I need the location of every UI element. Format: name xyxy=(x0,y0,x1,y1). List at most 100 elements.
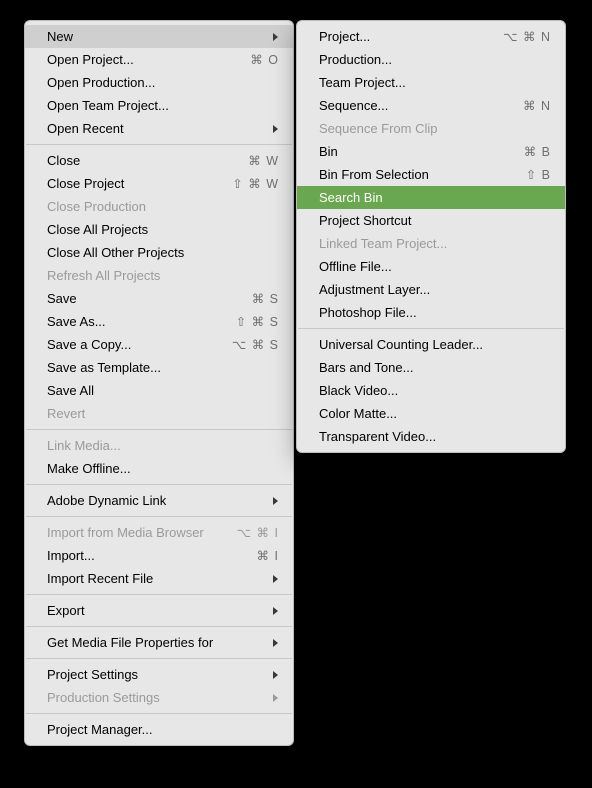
file-menu-item-import-recent-file[interactable]: Import Recent File xyxy=(25,567,293,590)
file-menu-item-save-all[interactable]: Save All xyxy=(25,379,293,402)
menu-item-label: Color Matte... xyxy=(319,406,551,421)
file-menu-item-close[interactable]: Close ⌘ W xyxy=(25,149,293,172)
menu-item-label: Close All Other Projects xyxy=(47,245,279,260)
file-menu-item-import-from-media-browser: Import from Media Browser⌥ ⌘ I xyxy=(25,521,293,544)
file-menu-item-open-recent[interactable]: Open Recent xyxy=(25,117,293,140)
new-menu-item-photoshop-file[interactable]: Photoshop File... xyxy=(297,301,565,324)
menu-item-label: Close xyxy=(47,153,236,168)
menu-item-label: Save As... xyxy=(47,314,224,329)
menu-separator xyxy=(26,626,292,627)
menu-item-label: Transparent Video... xyxy=(319,429,551,444)
file-menu-item-adobe-dynamic-link[interactable]: Adobe Dynamic Link xyxy=(25,489,293,512)
menu-item-label: Import Recent File xyxy=(47,571,260,586)
menu-item-shortcut: ⌘ O xyxy=(250,52,279,67)
menu-item-shortcut: ⇧ ⌘ W xyxy=(232,176,279,191)
new-menu-item-project-shortcut[interactable]: Project Shortcut xyxy=(297,209,565,232)
menu-item-label: Close All Projects xyxy=(47,222,279,237)
menu-item-shortcut: ⌘ N xyxy=(523,98,551,113)
file-menu-item-save-as-template[interactable]: Save as Template... xyxy=(25,356,293,379)
menu-item-label: Bin From Selection xyxy=(319,167,514,182)
menu-item-label: Bin xyxy=(319,144,512,159)
chevron-right-icon xyxy=(272,638,279,648)
menu-item-label: Photoshop File... xyxy=(319,305,551,320)
menu-item-shortcut: ⌥ ⌘ I xyxy=(237,525,279,540)
menu-item-label: Search Bin xyxy=(319,190,551,205)
menu-separator xyxy=(26,658,292,659)
file-menu-item-close-project[interactable]: Close Project ⇧ ⌘ W xyxy=(25,172,293,195)
file-menu-item-project-settings[interactable]: Project Settings xyxy=(25,663,293,686)
menu-item-label: Bars and Tone... xyxy=(319,360,551,375)
chevron-right-icon xyxy=(272,693,279,703)
file-menu-item-export[interactable]: Export xyxy=(25,599,293,622)
menu-item-shortcut: ⌘ W xyxy=(248,153,279,168)
menu-separator xyxy=(26,713,292,714)
new-menu-item-transparent-video[interactable]: Transparent Video... xyxy=(297,425,565,448)
new-menu-item-team-project[interactable]: Team Project... xyxy=(297,71,565,94)
menu-item-label: Revert xyxy=(47,406,279,421)
menu-item-label: Sequence From Clip xyxy=(319,121,551,136)
file-menu-item-open-project[interactable]: Open Project...⌘ O xyxy=(25,48,293,71)
menu-separator xyxy=(26,516,292,517)
menu-item-label: Linked Team Project... xyxy=(319,236,551,251)
file-menu-item-link-media: Link Media... xyxy=(25,434,293,457)
new-menu-item-bin-from-selection[interactable]: Bin From Selection ⇧ B xyxy=(297,163,565,186)
menu-item-label: Adobe Dynamic Link xyxy=(47,493,260,508)
new-menu-item-search-bin[interactable]: Search Bin xyxy=(297,186,565,209)
chevron-right-icon xyxy=(272,606,279,616)
file-menu-item-new[interactable]: New xyxy=(25,25,293,48)
file-menu: NewOpen Project...⌘ O Open Production... O… xyxy=(24,20,294,746)
file-menu-item-save-a-copy[interactable]: Save a Copy... ⌥ ⌘ S xyxy=(25,333,293,356)
file-menu-item-project-manager[interactable]: Project Manager... xyxy=(25,718,293,741)
menu-item-label: Black Video... xyxy=(319,383,551,398)
new-menu-item-bars-and-tone[interactable]: Bars and Tone... xyxy=(297,356,565,379)
menu-separator xyxy=(26,429,292,430)
file-menu-item-close-all-projects[interactable]: Close All Projects xyxy=(25,218,293,241)
menu-item-shortcut: ⌘ I xyxy=(257,548,279,563)
new-menu-item-universal-counting-leader[interactable]: Universal Counting Leader... xyxy=(297,333,565,356)
file-menu-item-get-media-file-properties-for[interactable]: Get Media File Properties for xyxy=(25,631,293,654)
file-menu-item-close-all-other-projects[interactable]: Close All Other Projects xyxy=(25,241,293,264)
file-menu-item-production-settings: Production Settings xyxy=(25,686,293,709)
new-menu-item-linked-team-project: Linked Team Project... xyxy=(297,232,565,255)
new-menu-item-black-video[interactable]: Black Video... xyxy=(297,379,565,402)
menu-item-label: Project Shortcut xyxy=(319,213,551,228)
new-menu-item-sequence[interactable]: Sequence...⌘ N xyxy=(297,94,565,117)
menu-separator xyxy=(26,484,292,485)
menu-separator xyxy=(26,594,292,595)
menu-item-shortcut: ⇧ ⌘ S xyxy=(236,314,279,329)
file-menu-item-open-team-project[interactable]: Open Team Project... xyxy=(25,94,293,117)
menu-item-label: Close Production xyxy=(47,199,279,214)
new-menu-item-project[interactable]: Project... ⌥ ⌘ N xyxy=(297,25,565,48)
file-menu-item-save[interactable]: Save⌘ S xyxy=(25,287,293,310)
menu-item-label: Save a Copy... xyxy=(47,337,220,352)
menu-item-shortcut: ⌥ ⌘ S xyxy=(232,337,279,352)
new-menu-item-adjustment-layer[interactable]: Adjustment Layer... xyxy=(297,278,565,301)
menu-item-label: Open Production... xyxy=(47,75,279,90)
chevron-right-icon xyxy=(272,574,279,584)
menu-item-label: Refresh All Projects xyxy=(47,268,279,283)
file-menu-item-make-offline[interactable]: Make Offline... xyxy=(25,457,293,480)
menu-item-label: Export xyxy=(47,603,260,618)
new-menu-item-offline-file[interactable]: Offline File... xyxy=(297,255,565,278)
file-menu-item-import[interactable]: Import...⌘ I xyxy=(25,544,293,567)
menu-item-label: Open Team Project... xyxy=(47,98,279,113)
file-menu-item-save-as[interactable]: Save As... ⇧ ⌘ S xyxy=(25,310,293,333)
menu-item-label: Open Recent xyxy=(47,121,260,136)
menu-separator xyxy=(298,328,564,329)
menu-item-label: Adjustment Layer... xyxy=(319,282,551,297)
menu-item-shortcut: ⇧ B xyxy=(526,167,551,182)
menu-item-label: Project Settings xyxy=(47,667,260,682)
new-menu-item-bin[interactable]: Bin⌘ B xyxy=(297,140,565,163)
chevron-right-icon xyxy=(272,32,279,42)
new-menu-item-color-matte[interactable]: Color Matte... xyxy=(297,402,565,425)
menu-item-shortcut: ⌥ ⌘ N xyxy=(503,29,551,44)
menu-item-label: Project... xyxy=(319,29,491,44)
menu-item-label: Production... xyxy=(319,52,551,67)
file-menu-item-open-production[interactable]: Open Production... xyxy=(25,71,293,94)
new-menu-item-production[interactable]: Production... xyxy=(297,48,565,71)
menu-item-label: Close Project xyxy=(47,176,220,191)
menu-item-label: Project Manager... xyxy=(47,722,279,737)
file-menu-item-revert: Revert xyxy=(25,402,293,425)
menu-item-label: Offline File... xyxy=(319,259,551,274)
menu-item-label: Universal Counting Leader... xyxy=(319,337,551,352)
